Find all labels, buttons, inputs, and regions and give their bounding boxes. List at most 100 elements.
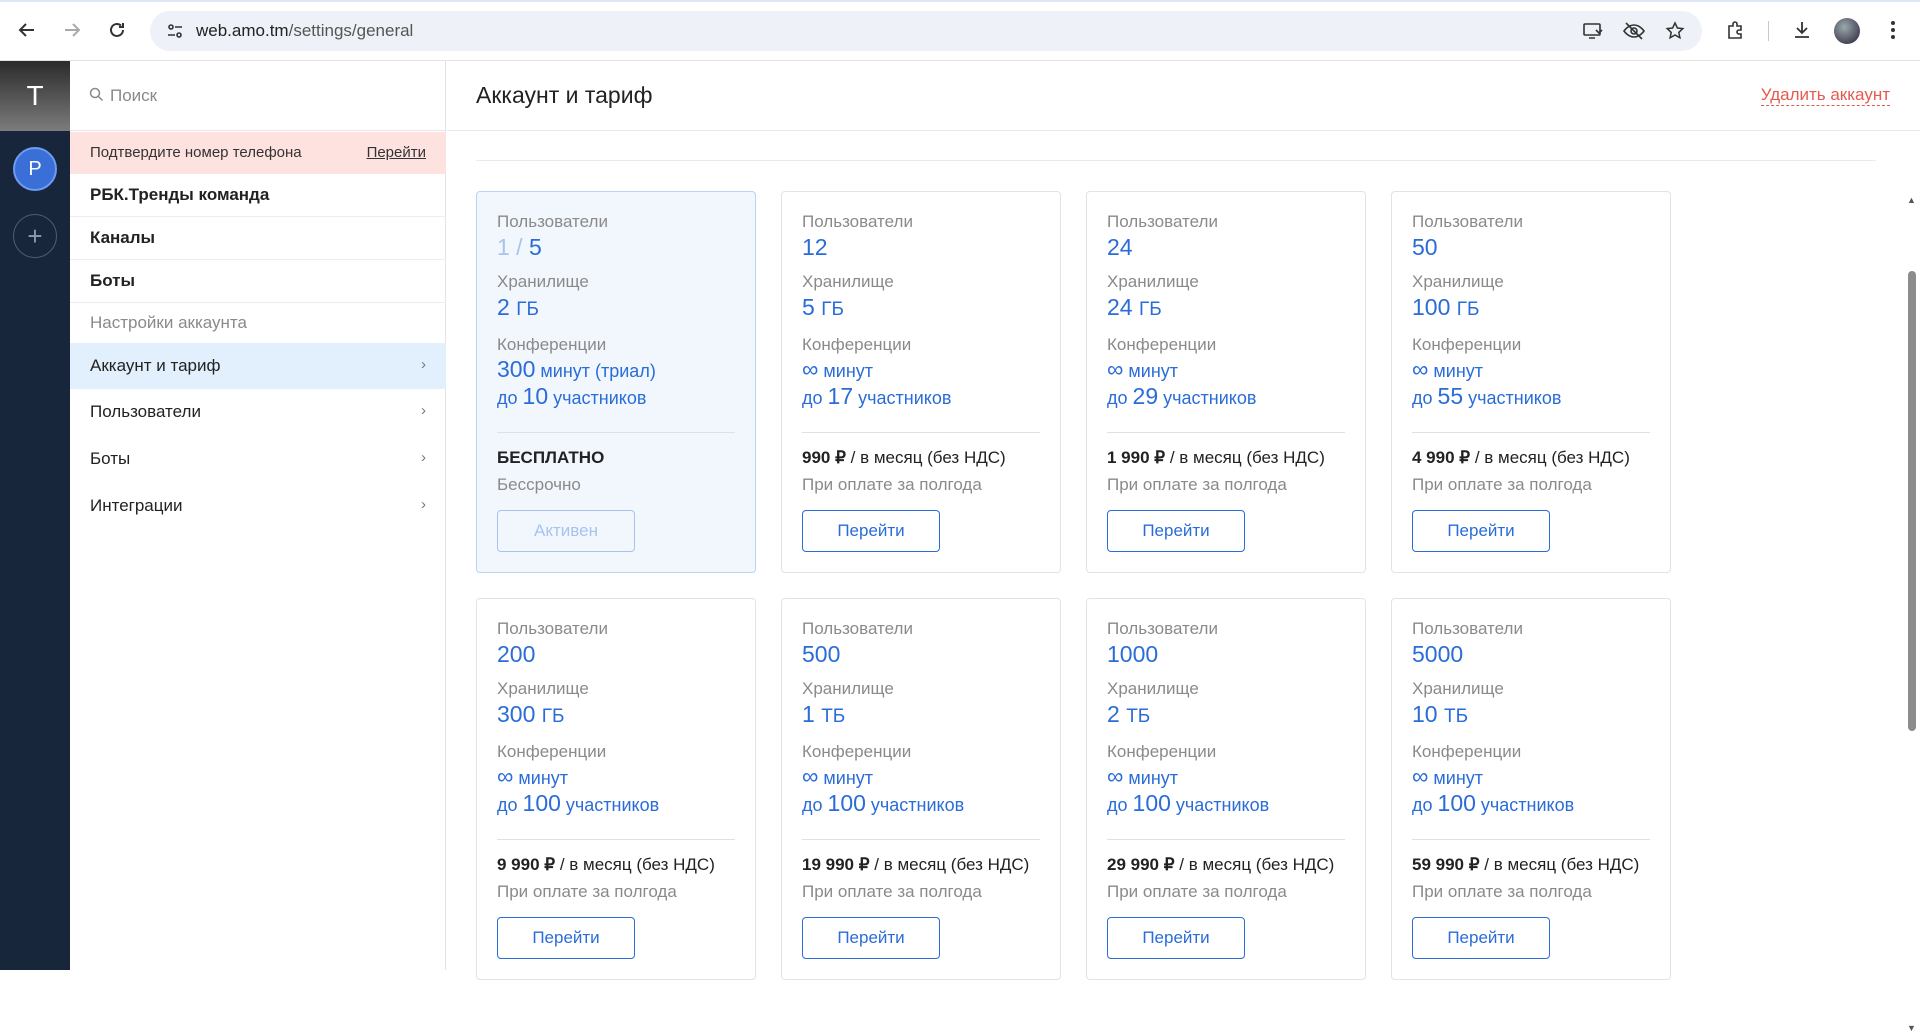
settings-group-label: Настройки аккаунта xyxy=(90,313,247,332)
profile-avatar[interactable] xyxy=(1834,18,1860,44)
minutes-number: ∞ xyxy=(497,763,514,789)
card-divider xyxy=(802,432,1040,433)
forward-icon[interactable] xyxy=(56,14,88,46)
sidebar-item-bots[interactable]: Боты › xyxy=(70,436,446,482)
participants-prefix: до xyxy=(497,388,518,408)
scrollbar[interactable]: ▲ ▼ xyxy=(1904,131,1920,1033)
install-app-icon[interactable] xyxy=(1581,20,1605,42)
phone-confirm-text: Подтвердите номер телефона xyxy=(90,144,302,161)
plan-price: 990 ₽ / в месяц (без НДС) xyxy=(802,448,1006,468)
minutes-number: ∞ xyxy=(1412,763,1429,789)
minutes-number: ∞ xyxy=(802,356,819,382)
price-amount: 4 990 ₽ xyxy=(1412,448,1471,467)
minutes-suffix: минут xyxy=(1128,768,1179,788)
users-value: 1 / 5 xyxy=(497,234,542,261)
users-label: Пользователи xyxy=(1412,619,1523,638)
tab-strip-edge xyxy=(0,0,1920,2)
storage-number: 24 xyxy=(1107,294,1133,320)
scrollbar-thumb[interactable] xyxy=(1908,271,1916,731)
plan-select-button[interactable]: Перейти xyxy=(802,510,940,552)
browser-toolbar: web.amo.tm/settings/general xyxy=(0,0,1920,61)
sidebar-item-label: Боты xyxy=(90,449,131,468)
users-value: 200 xyxy=(497,641,536,667)
participants-prefix: до xyxy=(1107,388,1128,408)
back-icon[interactable] xyxy=(11,14,43,46)
divider xyxy=(476,160,1876,161)
eye-off-icon[interactable] xyxy=(1622,20,1646,42)
price-period: / в месяц (без НДС) xyxy=(1484,855,1640,874)
participants-suffix: участников xyxy=(1163,388,1257,408)
sidebar-section-label: РБК.Тренды команда xyxy=(90,185,270,204)
scroll-up-arrow-icon[interactable]: ▲ xyxy=(1907,195,1916,205)
plan-select-button[interactable]: Перейти xyxy=(1412,917,1550,959)
active-plan-button[interactable]: Активен xyxy=(497,510,635,552)
plan-note: При оплате за полгода xyxy=(802,475,982,494)
scroll-down-arrow-icon[interactable]: ▼ xyxy=(1907,1023,1916,1033)
participants-prefix: до xyxy=(802,795,823,815)
users-total: 5 xyxy=(528,234,542,260)
minutes-suffix: минут xyxy=(1128,361,1179,381)
workspace-logo[interactable]: T xyxy=(0,61,70,131)
phone-confirm-link[interactable]: Перейти xyxy=(367,144,426,161)
search-icon xyxy=(89,87,104,107)
bookmark-star-icon[interactable] xyxy=(1663,20,1687,42)
plan-card-2: Пользователи 12 Хранилище 5 ГБ Конференц… xyxy=(781,191,1061,573)
participants-number: 100 xyxy=(522,790,561,816)
price-period: / в месяц (без НДС) xyxy=(1474,448,1630,467)
plan-select-button[interactable]: Перейти xyxy=(497,917,635,959)
plan-card-1: Пользователи 1 / 5 Хранилище 2 ГБ Конфер… xyxy=(476,191,756,573)
participants-suffix: участников xyxy=(1175,795,1270,815)
settings-sidebar: Подтвердите номер телефона Перейти РБК.Т… xyxy=(70,61,446,970)
plan-card-6: Пользователи 500 Хранилище 1 ТБ Конферен… xyxy=(781,598,1061,980)
storage-number: 10 xyxy=(1412,701,1438,727)
price-amount: 1 990 ₽ xyxy=(1107,448,1166,467)
minutes-number: ∞ xyxy=(1107,356,1124,382)
extensions-icon[interactable] xyxy=(1722,16,1750,44)
storage-value: 100 ГБ xyxy=(1412,294,1480,321)
plan-card-3: Пользователи 24 Хранилище 24 ГБ Конферен… xyxy=(1086,191,1366,573)
conferences-label: Конференции xyxy=(1107,335,1217,354)
storage-value: 2 ТБ xyxy=(1107,701,1150,728)
sidebar-section-bots[interactable]: Боты xyxy=(70,260,446,303)
sidebar-item-account-plan[interactable]: Аккаунт и тариф › xyxy=(70,343,446,389)
sidebar-item-users[interactable]: Пользователи › xyxy=(70,389,446,435)
plan-select-button[interactable]: Перейти xyxy=(802,917,940,959)
delete-account-link[interactable]: Удалить аккаунт xyxy=(1760,85,1890,106)
sidebar-section-channels[interactable]: Каналы xyxy=(70,217,446,260)
site-settings-icon[interactable] xyxy=(164,20,186,42)
plan-select-button[interactable]: Перейти xyxy=(1412,510,1550,552)
search-input[interactable] xyxy=(110,83,410,109)
storage-unit: ГБ xyxy=(516,299,539,320)
participants-number: 29 xyxy=(1132,383,1159,409)
sidebar-item-integrations[interactable]: Интеграции › xyxy=(70,483,446,529)
plan-select-button[interactable]: Перейти xyxy=(1107,917,1245,959)
workspace-avatar[interactable]: P xyxy=(13,147,57,191)
download-icon[interactable] xyxy=(1788,16,1816,44)
card-divider xyxy=(1412,839,1650,840)
users-value: 24 xyxy=(1107,234,1133,260)
reload-icon[interactable] xyxy=(101,14,133,46)
conference-participants: до 100 участников xyxy=(802,790,964,817)
users-label: Пользователи xyxy=(497,212,608,231)
price-amount: 19 990 ₽ xyxy=(802,855,870,874)
minutes-number: ∞ xyxy=(1412,356,1429,382)
storage-label: Хранилище xyxy=(1412,679,1504,698)
plan-note: При оплате за полгода xyxy=(802,882,982,901)
page-title: Аккаунт и тариф xyxy=(476,82,653,108)
menu-kebab-icon[interactable] xyxy=(1879,16,1907,44)
participants-number: 100 xyxy=(827,790,866,816)
price-period: / в месяц (без НДС) xyxy=(1179,855,1335,874)
card-divider xyxy=(1412,432,1650,433)
plan-price: БЕСПЛАТНО xyxy=(497,448,604,468)
participants-suffix: участников xyxy=(565,795,660,815)
plan-select-button[interactable]: Перейти xyxy=(1107,510,1245,552)
address-bar[interactable]: web.amo.tm/settings/general xyxy=(150,11,1702,51)
add-workspace-button[interactable]: + xyxy=(13,214,57,258)
storage-value: 24 ГБ xyxy=(1107,294,1162,321)
storage-label: Хранилище xyxy=(802,272,894,291)
plan-price: 1 990 ₽ / в месяц (без НДС) xyxy=(1107,448,1325,468)
users-label: Пользователи xyxy=(802,212,913,231)
conference-minutes: ∞ минут xyxy=(1107,356,1178,383)
sidebar-section-team[interactable]: РБК.Тренды команда xyxy=(70,174,446,217)
conference-minutes: ∞ минут xyxy=(1412,356,1483,383)
